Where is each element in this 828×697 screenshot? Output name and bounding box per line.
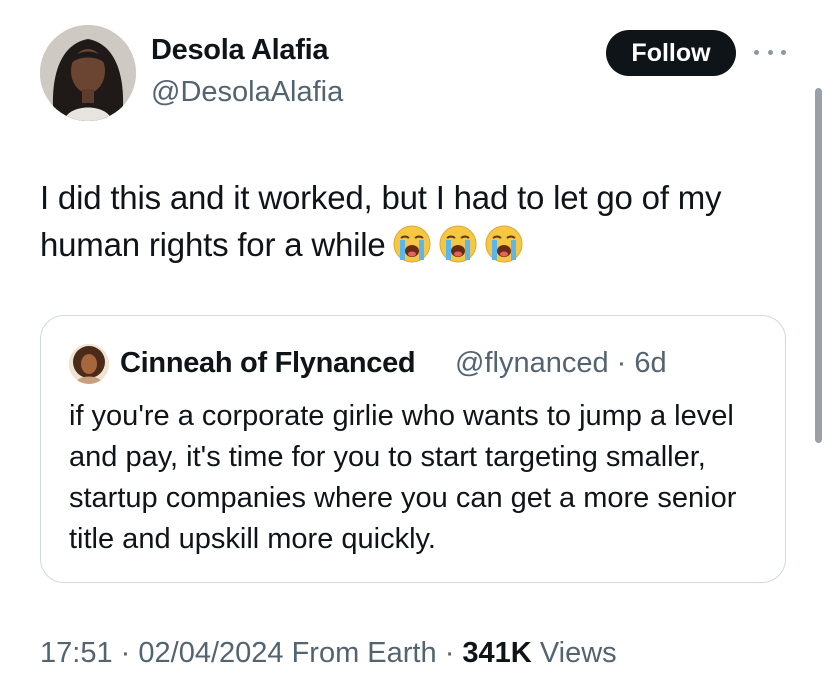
tweet-date[interactable]: 02/04/2024 (138, 637, 283, 669)
footer-separator: · (120, 637, 131, 669)
tweet-time[interactable]: 17:51 (40, 637, 113, 669)
author-handle[interactable]: @DesolaAlafia (151, 76, 343, 109)
tweet-source: From Earth (291, 637, 437, 669)
quoted-age[interactable]: 6d (634, 347, 666, 379)
scrollbar[interactable] (815, 88, 822, 443)
tweet-text: I did this and it worked, but I had to l… (40, 174, 800, 276)
quoted-author-avatar[interactable] (69, 344, 109, 384)
quoted-author-name[interactable]: Cinneah of Flynanced (120, 347, 416, 380)
tweet-text-body: I did this and it worked, but I had to l… (40, 179, 722, 263)
loudly-crying-face-icon (484, 224, 524, 276)
footer-separator: · (444, 637, 455, 669)
author-avatar[interactable] (40, 25, 136, 121)
quoted-author-handle[interactable]: @flynanced (455, 347, 609, 379)
quoted-text: if you're a corporate girlie who wants t… (69, 400, 737, 555)
quoted-meta-separator: · (616, 347, 627, 379)
quoted-meta: @flynanced · 6d (455, 347, 667, 380)
quoted-tweet[interactable]: Cinneah of Flynanced @flynanced · 6d if … (40, 315, 786, 583)
views-count: 341K (462, 637, 532, 669)
author-name[interactable]: Desola Alafia (151, 34, 328, 67)
views-label: Views (539, 637, 617, 669)
follow-button[interactable]: Follow (606, 30, 736, 76)
loudly-crying-face-icon (438, 224, 478, 276)
tweet-footer: 17:51 · 02/04/2024 From Earth · 341K Vie… (40, 637, 617, 670)
more-horizontal-icon[interactable] (754, 42, 786, 62)
loudly-crying-face-icon (392, 224, 432, 276)
